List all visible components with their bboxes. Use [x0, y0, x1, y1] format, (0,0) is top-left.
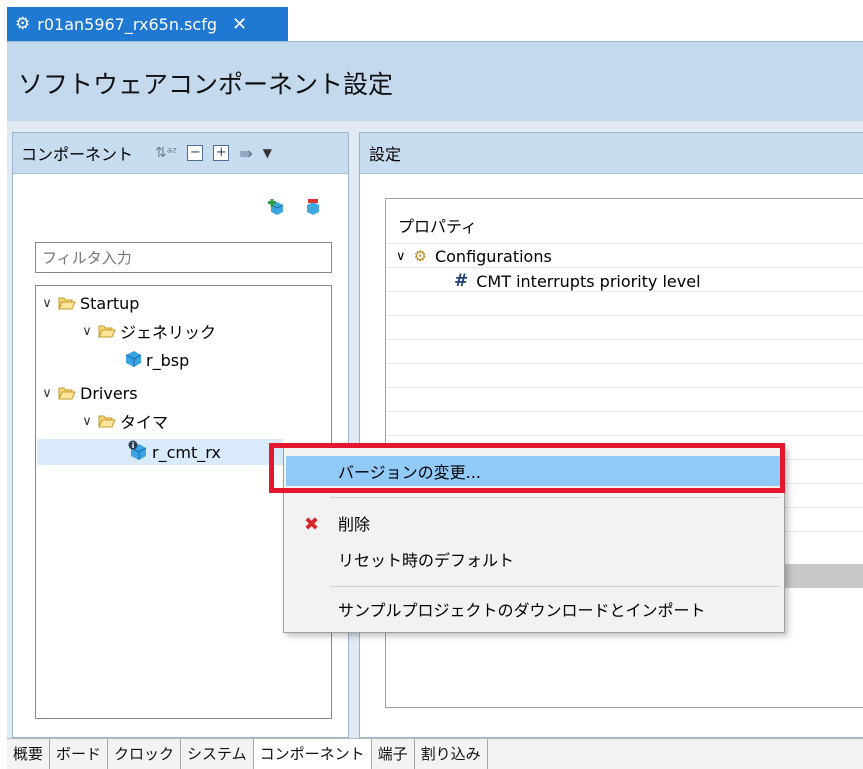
sort-alpha-icon[interactable]: ⇅ᵃᶻ — [155, 145, 177, 161]
folder-open-icon — [58, 387, 76, 400]
tab-overview[interactable]: 概要 — [7, 739, 51, 769]
settings-panel-header: 設定 — [360, 133, 863, 174]
component-cube-info-icon — [128, 440, 148, 464]
filter-input[interactable] — [35, 242, 332, 273]
folder-open-icon — [98, 415, 116, 428]
tree-item-timer[interactable]: ∨ タイマ — [80, 408, 168, 434]
component-panel-title: コンポーネント — [21, 145, 134, 164]
tab-clock[interactable]: クロック — [108, 739, 182, 769]
view-menu-dropdown-icon[interactable]: ▼ — [263, 146, 272, 160]
component-panel-header: コンポーネント ⇅ᵃᶻ − + ⇛ ▼ — [13, 133, 348, 174]
menu-item-label: 削除 — [338, 515, 371, 534]
tree-item-r-bsp[interactable]: r_bsp — [124, 347, 189, 373]
editor-tab-title: r01an5967_rx65n.scfg — [37, 14, 217, 34]
menu-separator — [330, 497, 780, 498]
highlight-annotation-box — [269, 443, 785, 493]
settings-panel-title: 設定 — [369, 145, 402, 164]
editor-tab-strip: ⚙ r01an5967_rx65n.scfg ✕ — [0, 0, 863, 41]
tree-item-r-cmt-rx[interactable]: r_cmt_rx — [37, 439, 283, 465]
tree-item-generic[interactable]: ∨ ジェネリック — [80, 318, 216, 344]
settings-panel: 設定 プロパティ ∨ ⚙ Configurations # CMT interr… — [359, 132, 863, 738]
property-label: Configurations — [434, 246, 552, 266]
tree-item-startup[interactable]: ∨ Startup — [40, 290, 139, 316]
remove-component-icon[interactable] — [305, 199, 321, 215]
collapse-all-icon[interactable]: − — [187, 145, 204, 161]
tree-item-label: Startup — [80, 293, 140, 313]
tree-item-label: r_bsp — [146, 350, 190, 370]
property-column-header: プロパティ — [398, 217, 478, 236]
folder-open-icon — [58, 297, 76, 310]
menu-separator — [330, 586, 780, 587]
folder-open-icon — [98, 325, 116, 338]
tree-item-label: ジェネリック — [120, 323, 217, 342]
tree-item-drivers[interactable]: ∨ Drivers — [40, 380, 138, 406]
chevron-down-icon[interactable]: ∨ — [80, 324, 94, 339]
component-panel: コンポーネント ⇅ᵃᶻ − + ⇛ ▼ ∨ Startup — [12, 132, 349, 738]
property-label: CMT interrupts priority level — [476, 271, 701, 291]
page-title: ソフトウェアコンポーネント設定 — [18, 70, 394, 99]
link-with-editor-icon[interactable]: ⇛ — [239, 144, 252, 163]
add-component-icon[interactable] — [268, 199, 284, 215]
bottom-tab-bar: 概要 ボード クロック システム コンポーネント 端子 割り込み — [7, 738, 863, 769]
expand-all-icon[interactable]: + — [213, 145, 230, 161]
tree-item-label: タイマ — [120, 413, 169, 432]
component-cube-icon — [124, 349, 142, 371]
menu-item-download-sample[interactable]: サンプルプロジェクトのダウンロードとインポート — [286, 594, 780, 624]
hash-icon: # — [454, 271, 469, 291]
tree-item-label: r_cmt_rx — [152, 442, 221, 462]
chevron-down-icon[interactable]: ∨ — [40, 386, 54, 401]
menu-item-label: サンプルプロジェクトのダウンロードとインポート — [338, 601, 706, 620]
close-icon[interactable]: ✕ — [232, 14, 247, 35]
chevron-down-icon[interactable]: ∨ — [80, 414, 94, 429]
configurations-gear-icon: ⚙ — [413, 247, 427, 265]
delete-x-icon: ✖ — [304, 514, 320, 535]
tab-board[interactable]: ボード — [50, 739, 109, 769]
tab-components[interactable]: コンポーネント — [253, 739, 372, 769]
menu-item-label: リセット時のデフォルト — [338, 551, 515, 570]
menu-item-reset-default[interactable]: リセット時のデフォルト — [286, 544, 780, 574]
property-row-configurations[interactable]: ∨ ⚙ Configurations — [396, 244, 552, 268]
tab-system[interactable]: システム — [181, 739, 254, 769]
property-row-cmt-priority[interactable]: # CMT interrupts priority level — [454, 269, 701, 293]
page-header: ソフトウェアコンポーネント設定 — [7, 41, 863, 121]
chevron-down-icon[interactable]: ∨ — [396, 249, 406, 264]
editor-tab[interactable]: ⚙ r01an5967_rx65n.scfg ✕ — [7, 7, 288, 41]
tree-item-label: Drivers — [80, 383, 138, 403]
menu-item-delete[interactable]: ✖ 削除 — [286, 508, 780, 538]
tab-interrupts[interactable]: 割り込み — [414, 739, 488, 769]
settings-gear-icon: ⚙ — [15, 14, 31, 34]
chevron-down-icon[interactable]: ∨ — [40, 296, 54, 311]
tab-pins[interactable]: 端子 — [371, 739, 415, 769]
